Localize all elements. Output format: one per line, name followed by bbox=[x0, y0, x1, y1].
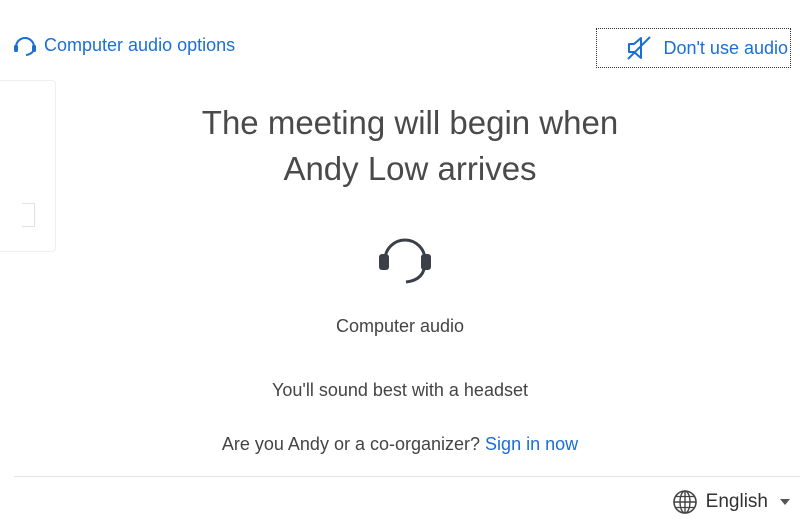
language-label: English bbox=[705, 491, 768, 512]
footer-divider bbox=[14, 476, 800, 477]
computer-audio-label: Computer audio bbox=[335, 316, 465, 336]
caret-down-icon bbox=[780, 499, 790, 505]
speaker-muted-icon bbox=[625, 34, 653, 62]
heading-line-2: Andy Low arrives bbox=[283, 150, 537, 187]
dont-use-audio-button[interactable]: Don't use audio bbox=[596, 28, 791, 68]
signin-prompt: Are you Andy or a co-organizer? Sign in … bbox=[0, 434, 800, 455]
headset-tip: You'll sound best with a headset bbox=[272, 380, 528, 400]
signin-question: Are you Andy or a co-organizer? bbox=[221, 434, 481, 454]
meeting-status-heading: The meeting will begin when Andy Low arr… bbox=[150, 100, 670, 192]
heading-line-1: The meeting will begin when bbox=[201, 104, 619, 141]
headset-icon bbox=[12, 32, 38, 58]
globe-icon bbox=[672, 489, 698, 515]
language-selector[interactable]: English bbox=[672, 488, 790, 516]
dont-use-audio-label: Don't use audio bbox=[663, 37, 788, 58]
background-panel-control bbox=[22, 203, 35, 227]
computer-audio-options-link[interactable]: Computer audio options bbox=[12, 32, 235, 58]
sign-in-link[interactable]: Sign in now bbox=[485, 434, 578, 454]
background-panel bbox=[0, 80, 56, 252]
headset-icon bbox=[376, 226, 434, 288]
computer-audio-options-label: Computer audio options bbox=[44, 34, 236, 55]
